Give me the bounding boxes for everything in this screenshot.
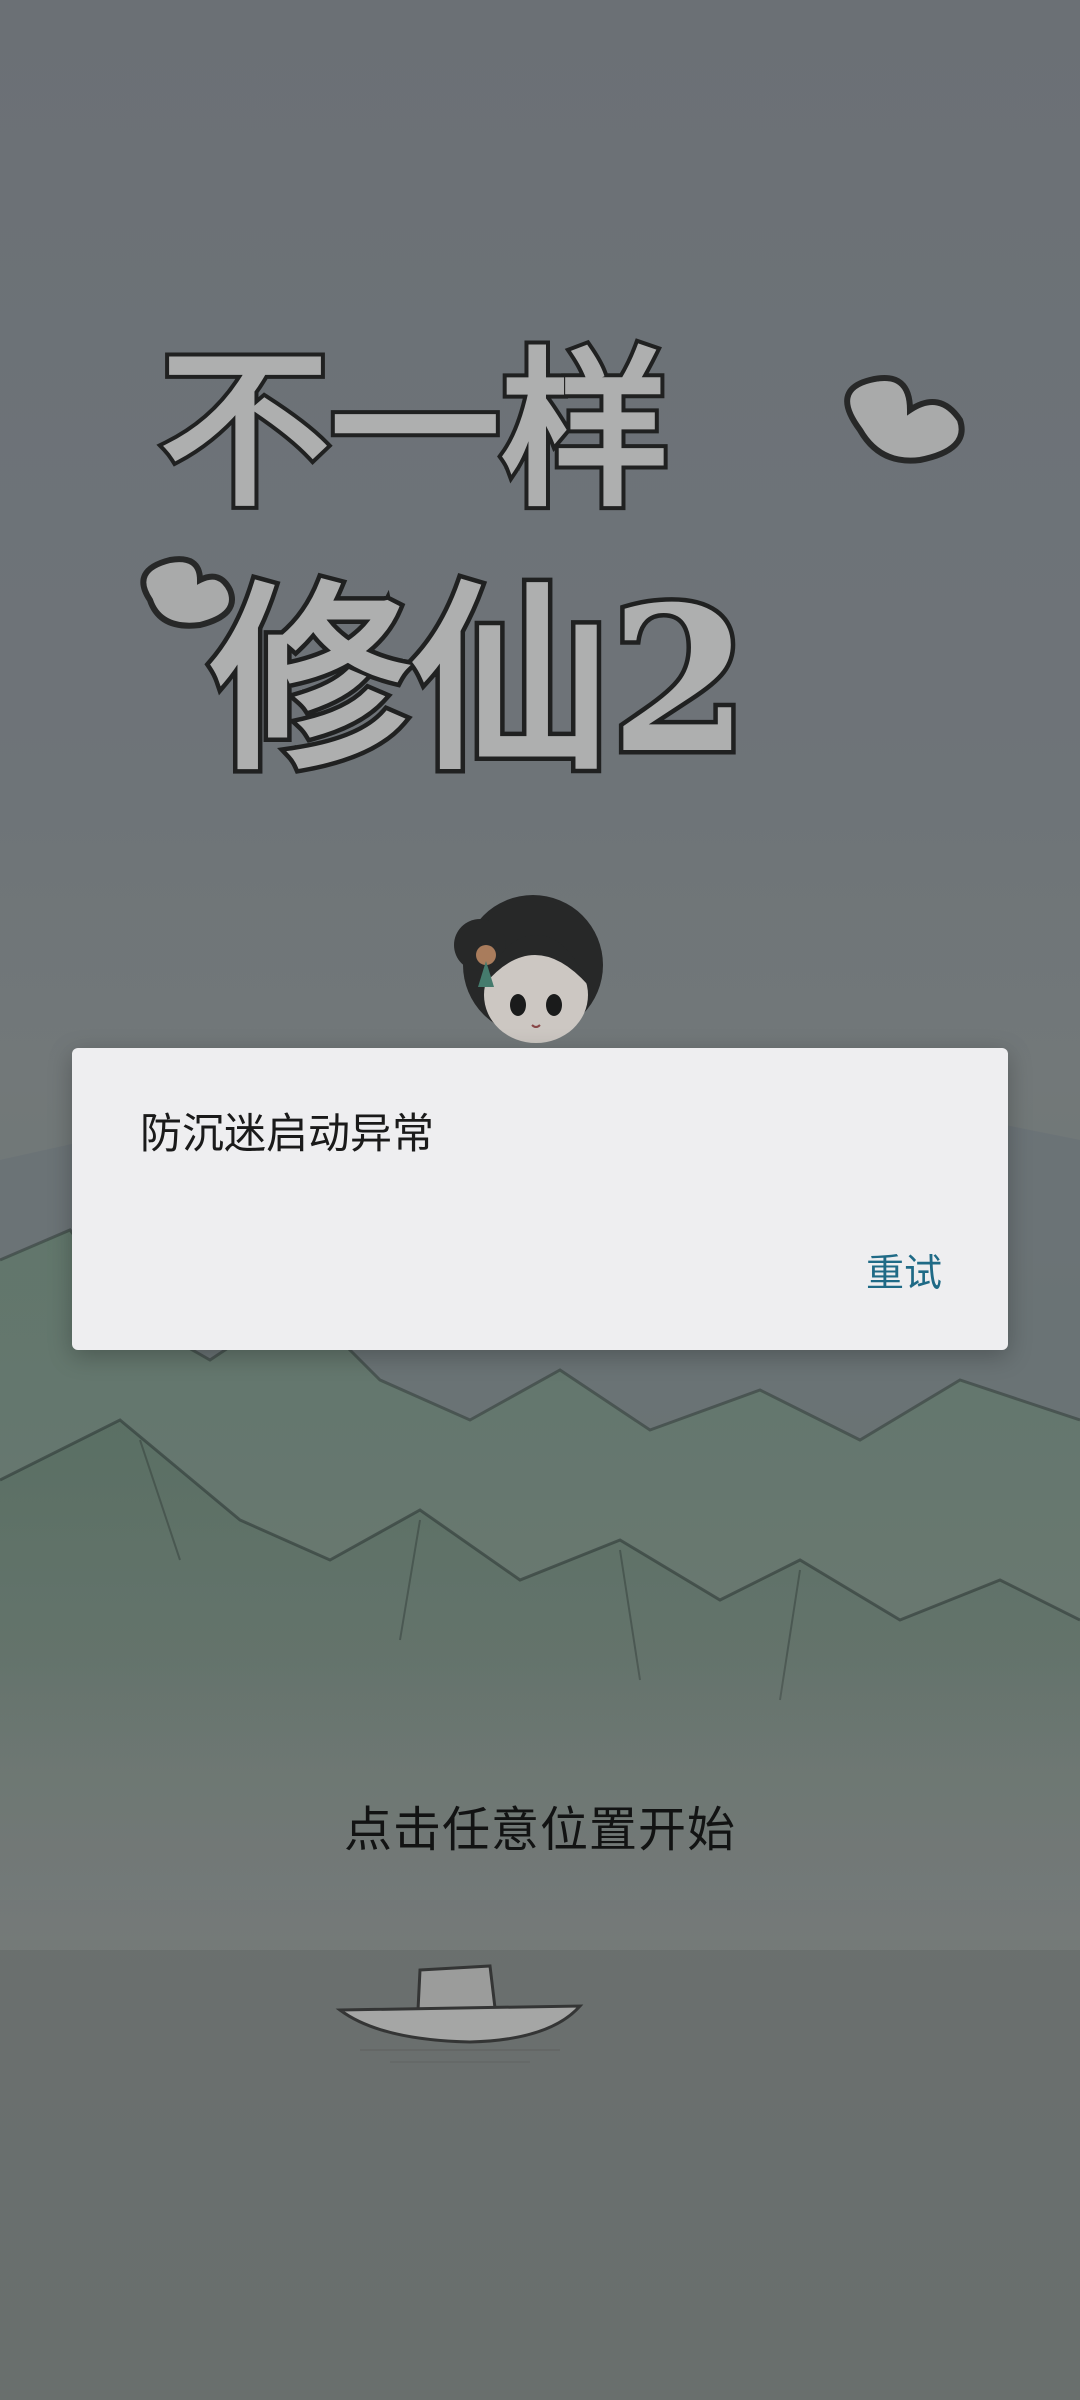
anti-addiction-error-dialog: 防沉迷启动异常 重试 xyxy=(72,1048,1008,1350)
retry-button[interactable]: 重试 xyxy=(856,1234,952,1305)
dialog-message: 防沉迷启动异常 xyxy=(140,1109,435,1158)
game-splash-screen[interactable]: 不一样 修仙2 点击任意位置开始 防沉迷启动异常 重试 xyxy=(0,0,1080,2400)
